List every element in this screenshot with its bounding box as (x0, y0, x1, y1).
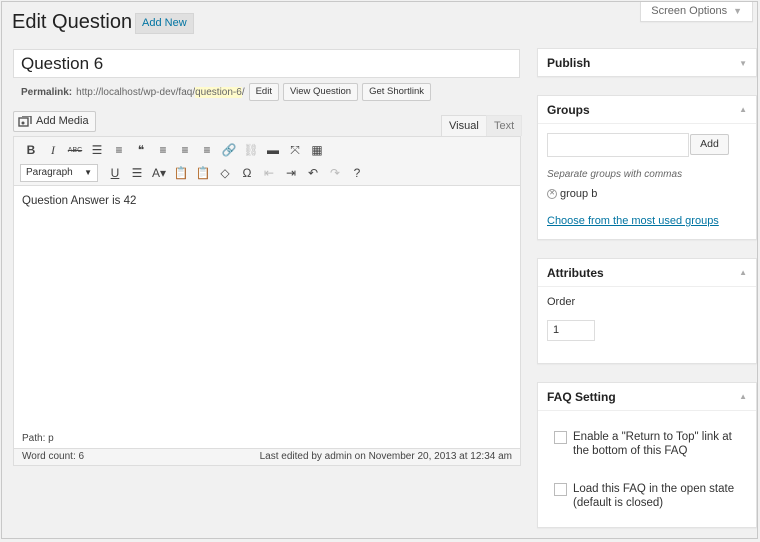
open-state-label[interactable]: Load this FAQ in the open state (default… (573, 482, 746, 510)
attributes-box-body: Order 1 (538, 287, 756, 350)
permalink-label: Permalink: (21, 86, 73, 98)
tab-visual[interactable]: Visual (441, 115, 487, 136)
toolbar-row-2: Paragraph ▼ U ☰ A▾ 📋 📋 ◇ Ω ⇤ ⇥ ↶ ↷? (20, 163, 368, 183)
page-title: Edit Question (12, 11, 133, 33)
toggle-up-icon[interactable]: ▲ (739, 105, 747, 114)
add-media-button[interactable]: Add Media (13, 111, 96, 132)
justify-icon[interactable]: ☰ (126, 163, 148, 183)
most-used-groups-link[interactable]: Choose from the most used groups (547, 215, 747, 227)
edit-permalink-button[interactable]: Edit (248, 83, 279, 101)
permalink-bar: Permalink: http://localhost/wp-dev/faq/q… (21, 82, 431, 102)
faq-setting-box: FAQ Setting ▲ Enable a "Return to Top" l… (537, 382, 757, 528)
blockquote-icon[interactable]: ❝ (130, 140, 152, 160)
group-tag: ✕ group b (547, 188, 747, 200)
align-left-icon[interactable]: ≡ (152, 140, 174, 160)
paste-word-icon[interactable]: 📋 (192, 163, 214, 183)
paste-text-icon[interactable]: 📋 (170, 163, 192, 183)
editor-content[interactable]: Question Answer is 42 (14, 186, 520, 216)
tab-text[interactable]: Text (486, 115, 523, 136)
toolbar-row-2-buttons: U ☰ A▾ 📋 📋 ◇ Ω ⇤ ⇥ ↶ ↷? (104, 163, 368, 183)
content-editor: B I ABC ☰ ≡ ❝ ≡ ≡ ≡ 🔗 ⛓ ▬ ⤧ ▦ Paragraph ▼ U ☰ A▾ 📋 📋 ◇ Ω ⇤ ⇥ ↶… (13, 136, 521, 466)
attributes-box-header[interactable]: Attributes ▲ (538, 259, 756, 287)
bullet-list-icon[interactable]: ☰ (86, 140, 108, 160)
return-to-top-option: Enable a "Return to Top" link at the bot… (554, 430, 746, 458)
clear-formatting-icon[interactable]: ◇ (214, 163, 236, 183)
add-media-label: Add Media (36, 115, 89, 127)
publish-box-header[interactable]: Publish ▼ (538, 49, 756, 77)
admin-screen: Screen Options ▼ Edit Question Add New Qu… (1, 1, 758, 539)
toggle-down-icon[interactable]: ▼ (739, 59, 747, 68)
get-shortlink-button[interactable]: Get Shortlink (362, 83, 431, 101)
media-icon (18, 115, 32, 127)
format-select[interactable]: Paragraph ▼ (20, 164, 98, 182)
screen-options-label: Screen Options (651, 5, 728, 17)
indent-icon[interactable]: ⇥ (280, 163, 302, 183)
group-tag-label: group b (560, 188, 598, 200)
permalink-base: http://localhost/wp-dev/faq/ (76, 86, 196, 98)
faq-setting-box-header[interactable]: FAQ Setting ▲ (538, 383, 756, 411)
read-more-icon[interactable]: ▬ (262, 140, 284, 160)
undo-icon[interactable]: ↶ (302, 163, 324, 183)
insert-link-icon[interactable]: 🔗 (218, 140, 240, 160)
last-edited: Last edited by admin on November 20, 201… (259, 451, 512, 462)
attributes-box-title: Attributes (547, 265, 604, 280)
editor-path: Path: p (22, 433, 54, 444)
screen-options-button[interactable]: Screen Options ▼ (640, 2, 753, 22)
return-to-top-checkbox[interactable] (554, 431, 567, 444)
permalink-tail: / (241, 86, 245, 98)
publish-box-title: Publish (547, 56, 591, 70)
order-input[interactable]: 1 (547, 320, 595, 341)
permalink-slug[interactable]: question-6 (195, 86, 242, 98)
new-group-input[interactable] (547, 133, 689, 157)
special-character-icon[interactable]: Ω (236, 163, 258, 183)
groups-box-title: Groups (547, 102, 590, 117)
text-color-icon[interactable]: A▾ (148, 163, 170, 183)
add-group-button[interactable]: Add (690, 134, 729, 155)
return-to-top-label[interactable]: Enable a "Return to Top" link at the bot… (573, 430, 746, 458)
order-label: Order (547, 296, 576, 308)
faq-setting-box-title: FAQ Setting (547, 389, 616, 404)
caret-down-icon: ▼ (84, 168, 92, 177)
strikethrough-icon[interactable]: ABC (64, 140, 86, 160)
groups-box-body: Add Separate groups with commas ✕ group … (538, 124, 756, 236)
groups-hint: Separate groups with commas (547, 169, 683, 180)
numbered-list-icon[interactable]: ≡ (108, 140, 130, 160)
align-center-icon[interactable]: ≡ (174, 140, 196, 160)
fullscreen-icon[interactable]: ⤧ (284, 140, 306, 160)
open-state-option: Load this FAQ in the open state (default… (554, 482, 746, 510)
format-select-value: Paragraph (26, 167, 73, 178)
view-question-button[interactable]: View Question (282, 83, 359, 101)
align-right-icon[interactable]: ≡ (196, 140, 218, 160)
attributes-box: Attributes ▲ Order 1 (537, 258, 757, 364)
italic-icon[interactable]: I (42, 140, 64, 160)
outdent-icon[interactable]: ⇤ (258, 163, 280, 183)
add-new-button[interactable]: Add New (135, 13, 194, 34)
editor-toolbar: B I ABC ☰ ≡ ❝ ≡ ≡ ≡ 🔗 ⛓ ▬ ⤧ ▦ Paragraph ▼ U ☰ A▾ 📋 📋 ◇ Ω ⇤ ⇥ ↶… (14, 137, 520, 186)
post-title-input[interactable]: Question 6 (13, 49, 520, 78)
remove-tag-icon[interactable]: ✕ (547, 189, 557, 199)
groups-box: Groups ▲ Add Separate groups with commas… (537, 95, 757, 240)
open-state-checkbox[interactable] (554, 483, 567, 496)
underline-icon[interactable]: U (104, 163, 126, 183)
permalink-url[interactable]: http://localhost/wp-dev/faq/question-6/ (76, 86, 245, 98)
editor-statusbar: Word count: 6 Last edited by admin on No… (14, 448, 520, 465)
toolbar-row-1: B I ABC ☰ ≡ ❝ ≡ ≡ ≡ 🔗 ⛓ ▬ ⤧ ▦ (20, 140, 328, 160)
kitchen-sink-icon[interactable]: ▦ (306, 140, 328, 160)
help-icon[interactable]: ? (346, 163, 368, 183)
toggle-up-icon[interactable]: ▲ (739, 268, 747, 277)
bold-icon[interactable]: B (20, 140, 42, 160)
unlink-icon[interactable]: ⛓ (240, 140, 262, 160)
faq-setting-body: Enable a "Return to Top" link at the bot… (538, 411, 756, 510)
redo-icon[interactable]: ↷ (324, 163, 346, 183)
toggle-up-icon[interactable]: ▲ (739, 392, 747, 401)
word-count: Word count: 6 (22, 451, 85, 462)
chevron-down-icon: ▼ (733, 6, 742, 16)
publish-box: Publish ▼ (537, 48, 757, 77)
groups-box-header[interactable]: Groups ▲ (538, 96, 756, 124)
